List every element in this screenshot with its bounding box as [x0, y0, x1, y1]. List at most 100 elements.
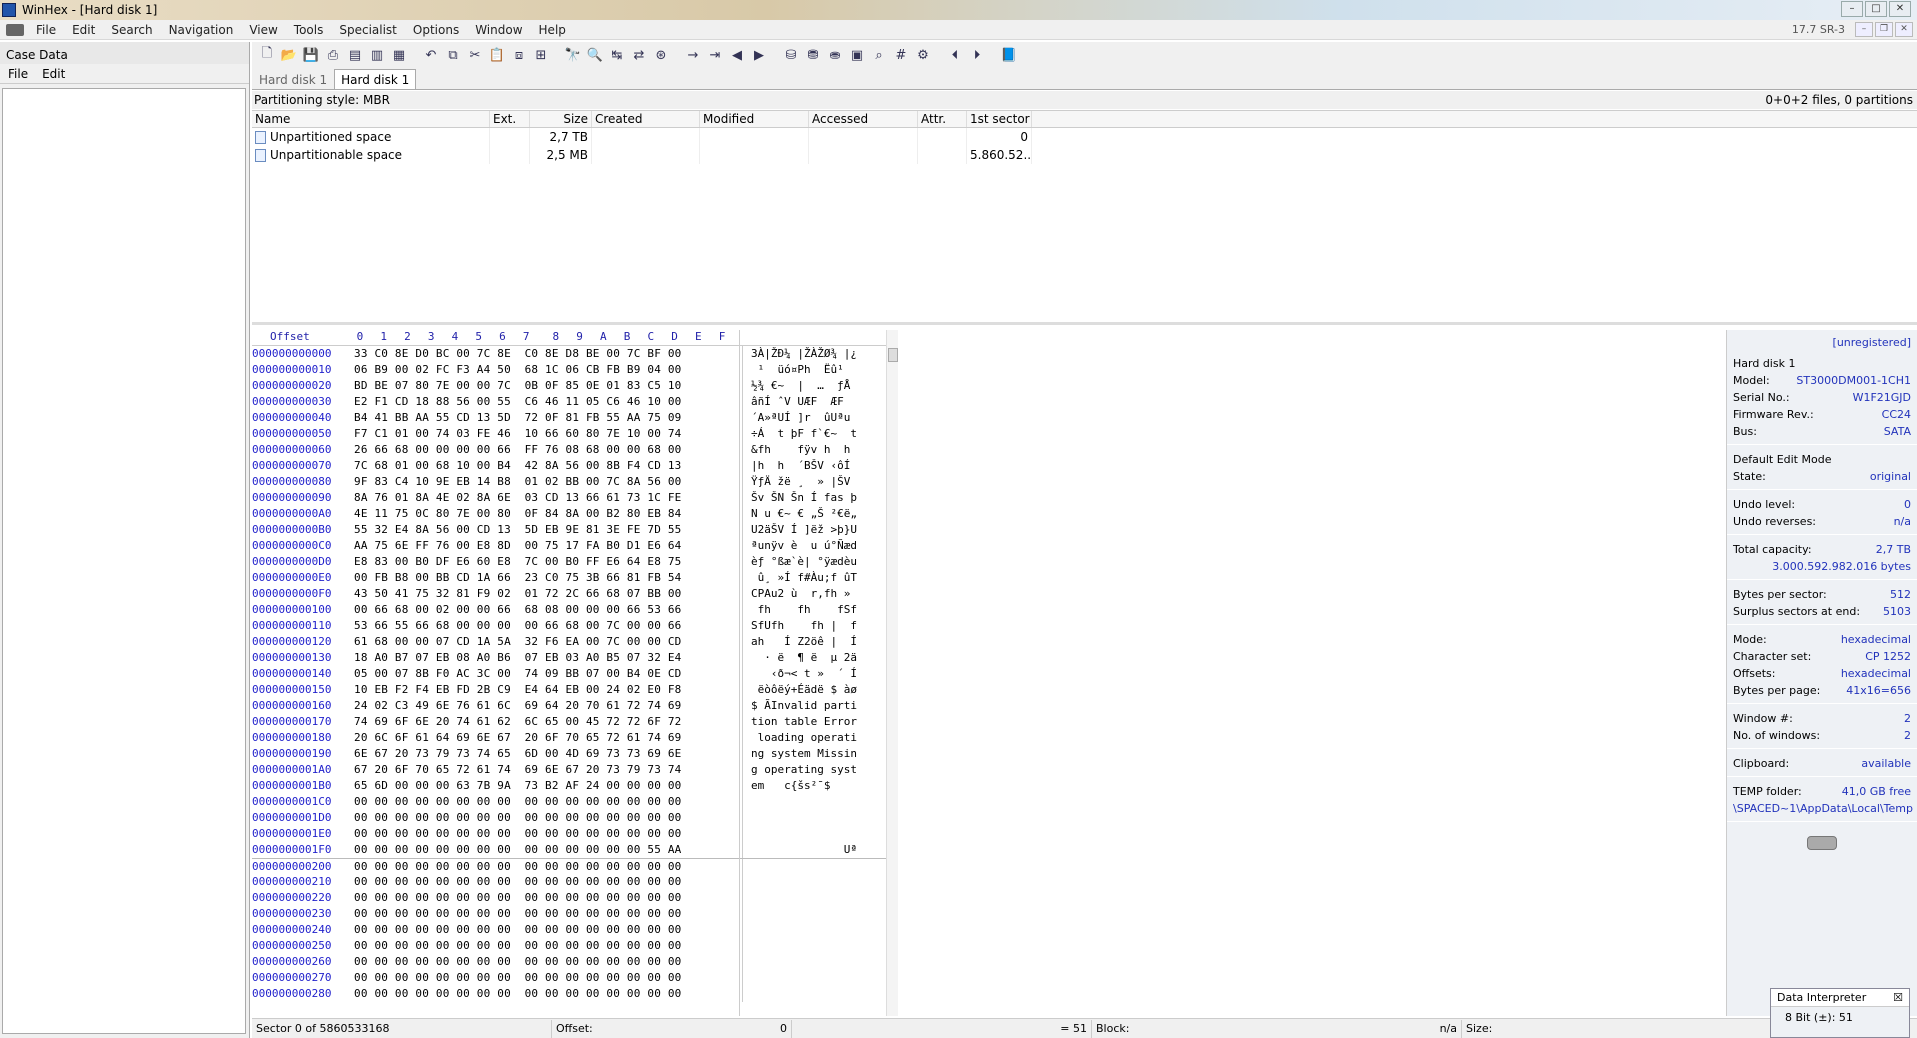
hex-bytes[interactable]: B4 41 BB AA 55 CD 13 5D 72 0F 81 FB 55 A…: [354, 410, 742, 426]
hex-text[interactable]: ½¾ €~ | … ƒÅ: [742, 378, 882, 394]
hex-bytes[interactable]: 74 69 6F 6E 20 74 61 62 6C 65 00 45 72 7…: [354, 714, 742, 730]
hex-text[interactable]: [742, 859, 882, 874]
hex-bytes[interactable]: 7C 68 01 00 68 10 00 B4 42 8A 56 00 8B F…: [354, 458, 742, 474]
hex-text[interactable]: ¹ üó¤Ph Ëû¹: [742, 362, 882, 378]
hex-row[interactable]: 0000000001D0 00 00 00 00 00 00 00 00 00 0…: [252, 810, 896, 826]
hex-text[interactable]: $ ÃInvalid parti: [742, 698, 882, 714]
hex-bytes[interactable]: 00 00 00 00 00 00 00 00 00 00 00 00 00 0…: [354, 859, 742, 874]
col-size[interactable]: Size: [530, 111, 592, 127]
hex-row[interactable]: 000000000010 06 B9 00 02 FC F3 A4 50 68 1…: [252, 362, 896, 378]
forward-arrow-icon[interactable]: ▶: [750, 46, 768, 64]
hex-row[interactable]: 000000000070 7C 68 01 00 68 10 00 B4 42 8…: [252, 458, 896, 474]
hex-editor[interactable]: Offset 0 1 2 3 4 5 6 7 8 9 A B C D E F 000000000000 33 C…: [252, 330, 898, 1016]
col-created[interactable]: Created: [592, 111, 700, 127]
hex-row[interactable]: 000000000000 33 C0 8E D0 BC 00 7C 8E C0 8…: [252, 346, 896, 362]
col-accessed[interactable]: Accessed: [809, 111, 918, 127]
file-row[interactable]: Unpartitioned space 2,7 TB 0: [252, 128, 1917, 146]
hex-row[interactable]: 000000000230 00 00 00 00 00 00 00 00 00 0…: [252, 906, 896, 922]
hex-row[interactable]: 0000000000B0 55 32 E4 8A 56 00 CD 13 5D E…: [252, 522, 896, 538]
hex-row[interactable]: 0000000001A0 67 20 6F 70 65 72 61 74 69 6…: [252, 762, 896, 778]
menu-help[interactable]: Help: [531, 23, 574, 37]
cut-icon[interactable]: ✂: [466, 46, 484, 64]
col-modified[interactable]: Modified: [700, 111, 809, 127]
hex-text[interactable]: ´A»ªUÍ ]r ûUªu: [742, 410, 882, 426]
maximize-button[interactable]: □: [1865, 1, 1887, 17]
hex-text[interactable]: ªunÿv è u ú°Ñæd: [742, 538, 882, 554]
hex-scrollbar[interactable]: [886, 330, 898, 1016]
hex-row[interactable]: 0000000000D0 E8 83 00 B0 DF E6 60 E8 7C 0…: [252, 554, 896, 570]
hex-bytes[interactable]: 00 00 00 00 00 00 00 00 00 00 00 00 00 0…: [354, 922, 742, 938]
hex-row[interactable]: 000000000260 00 00 00 00 00 00 00 00 00 0…: [252, 954, 896, 970]
file-row[interactable]: Unpartitionable space 2,5 MB 5.860.52...: [252, 146, 1917, 164]
hex-row[interactable]: 000000000240 00 00 00 00 00 00 00 00 00 0…: [252, 922, 896, 938]
hex-text[interactable]: û¸ »Í f#Àu;f ûT: [742, 570, 882, 586]
hex-bytes[interactable]: 43 50 41 75 32 81 F9 02 01 72 2C 66 68 0…: [354, 586, 742, 602]
hex-row[interactable]: 000000000020 BD BE 07 80 7E 00 00 7C 0B 0…: [252, 378, 896, 394]
hex-row[interactable]: 000000000060 26 66 68 00 00 00 00 66 FF 7…: [252, 442, 896, 458]
hex-row[interactable]: 000000000050 F7 C1 01 00 74 03 FE 46 10 6…: [252, 426, 896, 442]
hex-row[interactable]: 000000000280 00 00 00 00 00 00 00 00 00 0…: [252, 986, 896, 1002]
hex-row[interactable]: 000000000130 18 A0 B7 07 EB 08 A0 B6 07 E…: [252, 650, 896, 666]
menu-file[interactable]: File: [28, 23, 64, 37]
hex-row[interactable]: 000000000100 00 66 68 00 02 00 00 66 68 0…: [252, 602, 896, 618]
hex-bytes[interactable]: 05 00 07 8B F0 AC 3C 00 74 09 BB 07 00 B…: [354, 666, 742, 682]
hex-bytes[interactable]: 4E 11 75 0C 80 7E 00 80 0F 84 8A 00 B2 8…: [354, 506, 742, 522]
hex-text[interactable]: · ë ¶ ë µ 2ä: [742, 650, 882, 666]
hex-bytes[interactable]: 00 00 00 00 00 00 00 00 00 00 00 00 00 0…: [354, 842, 742, 858]
hex-text[interactable]: [742, 986, 882, 1002]
hex-text[interactable]: tion table Error: [742, 714, 882, 730]
hex-text[interactable]: ‹ð¬< t » ´ Í: [742, 666, 882, 682]
menu-window[interactable]: Window: [467, 23, 530, 37]
disk-editor-icon[interactable]: ⛁: [782, 46, 800, 64]
hex-text[interactable]: [742, 938, 882, 954]
data-interpreter-close-icon[interactable]: ☒: [1893, 991, 1903, 1004]
hex-bytes[interactable]: 00 66 68 00 02 00 00 66 68 08 00 00 00 6…: [354, 602, 742, 618]
hex-bytes[interactable]: 24 02 C3 49 6E 76 61 6C 69 64 20 70 61 7…: [354, 698, 742, 714]
hex-text[interactable]: âñÍ ˆV UÆF ÆF: [742, 394, 882, 410]
open-disk-icon[interactable]: ▥: [368, 46, 386, 64]
hex-text[interactable]: g operating syst: [742, 762, 882, 778]
hex-bytes[interactable]: 00 00 00 00 00 00 00 00 00 00 00 00 00 0…: [354, 890, 742, 906]
scroll-thumb[interactable]: [888, 348, 898, 362]
hex-text[interactable]: &fh fÿv h h: [742, 442, 882, 458]
hex-row[interactable]: 0000000000A0 4E 11 75 0C 80 7E 00 80 0F 8…: [252, 506, 896, 522]
hex-row[interactable]: 000000000040 B4 41 BB AA 55 CD 13 5D 72 0…: [252, 410, 896, 426]
hex-row[interactable]: 000000000140 05 00 07 8B F0 AC 3C 00 74 0…: [252, 666, 896, 682]
hex-rows[interactable]: 000000000000 33 C0 8E D0 BC 00 7C 8E C0 8…: [252, 346, 896, 1002]
hex-row[interactable]: 000000000170 74 69 6F 6E 20 74 61 62 6C 6…: [252, 714, 896, 730]
case-icon[interactable]: ▦: [390, 46, 408, 64]
hex-bytes[interactable]: 65 6D 00 00 00 63 7B 9A 73 B2 AF 24 00 0…: [354, 778, 742, 794]
doc-minimize-button[interactable]: –: [1855, 22, 1873, 37]
case-tree[interactable]: [2, 88, 246, 1034]
hex-text[interactable]: [742, 906, 882, 922]
hex-bytes[interactable]: 00 00 00 00 00 00 00 00 00 00 00 00 00 0…: [354, 906, 742, 922]
hex-bytes[interactable]: 33 C0 8E D0 BC 00 7C 8E C0 8E D8 BE 00 7…: [354, 346, 742, 362]
hex-row[interactable]: 0000000001E0 00 00 00 00 00 00 00 00 00 0…: [252, 826, 896, 842]
previous-icon[interactable]: ⏴: [946, 46, 964, 64]
hex-bytes[interactable]: 8A 76 01 8A 4E 02 8A 6E 03 CD 13 66 61 7…: [354, 490, 742, 506]
hex-row[interactable]: 0000000001C0 00 00 00 00 00 00 00 00 00 0…: [252, 794, 896, 810]
next-icon[interactable]: ⏵: [968, 46, 986, 64]
hex-bytes[interactable]: 53 66 55 66 68 00 00 00 00 66 68 00 7C 0…: [354, 618, 742, 634]
col-ext[interactable]: Ext.: [490, 111, 530, 127]
hex-bytes[interactable]: 00 00 00 00 00 00 00 00 00 00 00 00 00 0…: [354, 938, 742, 954]
hex-text[interactable]: em c{šs²¯$: [742, 778, 882, 794]
hex-text[interactable]: U2äŠV Í ]ëž >þ}U: [742, 522, 882, 538]
ram-editor-icon[interactable]: ⛃: [804, 46, 822, 64]
hex-text[interactable]: Šv ŠN Šn Í fas þ: [742, 490, 882, 506]
back-arrow-icon[interactable]: ◀: [728, 46, 746, 64]
replace-text-icon[interactable]: ↹: [608, 46, 626, 64]
minimize-button[interactable]: –: [1841, 1, 1863, 17]
case-menu-edit[interactable]: Edit: [42, 67, 65, 81]
new-file-icon[interactable]: 🗋: [258, 46, 276, 64]
hex-row[interactable]: 000000000160 24 02 C3 49 6E 76 61 6C 69 6…: [252, 698, 896, 714]
col-attr[interactable]: Attr.: [918, 111, 967, 127]
open-folder-icon[interactable]: 📂: [280, 46, 298, 64]
tab-hard-disk-1-inactive[interactable]: Hard disk 1: [252, 69, 334, 89]
hex-row[interactable]: 0000000000E0 00 FB B8 00 BB CD 1A 66 23 C…: [252, 570, 896, 586]
hex-row[interactable]: 000000000090 8A 76 01 8A 4E 02 8A 6E 03 C…: [252, 490, 896, 506]
doc-close-button[interactable]: ✕: [1895, 22, 1913, 37]
goto-offset-icon[interactable]: →: [684, 46, 702, 64]
hex-bytes[interactable]: 67 20 6F 70 65 72 61 74 69 6E 67 20 73 7…: [354, 762, 742, 778]
clone-disk-icon[interactable]: ⛂: [826, 46, 844, 64]
